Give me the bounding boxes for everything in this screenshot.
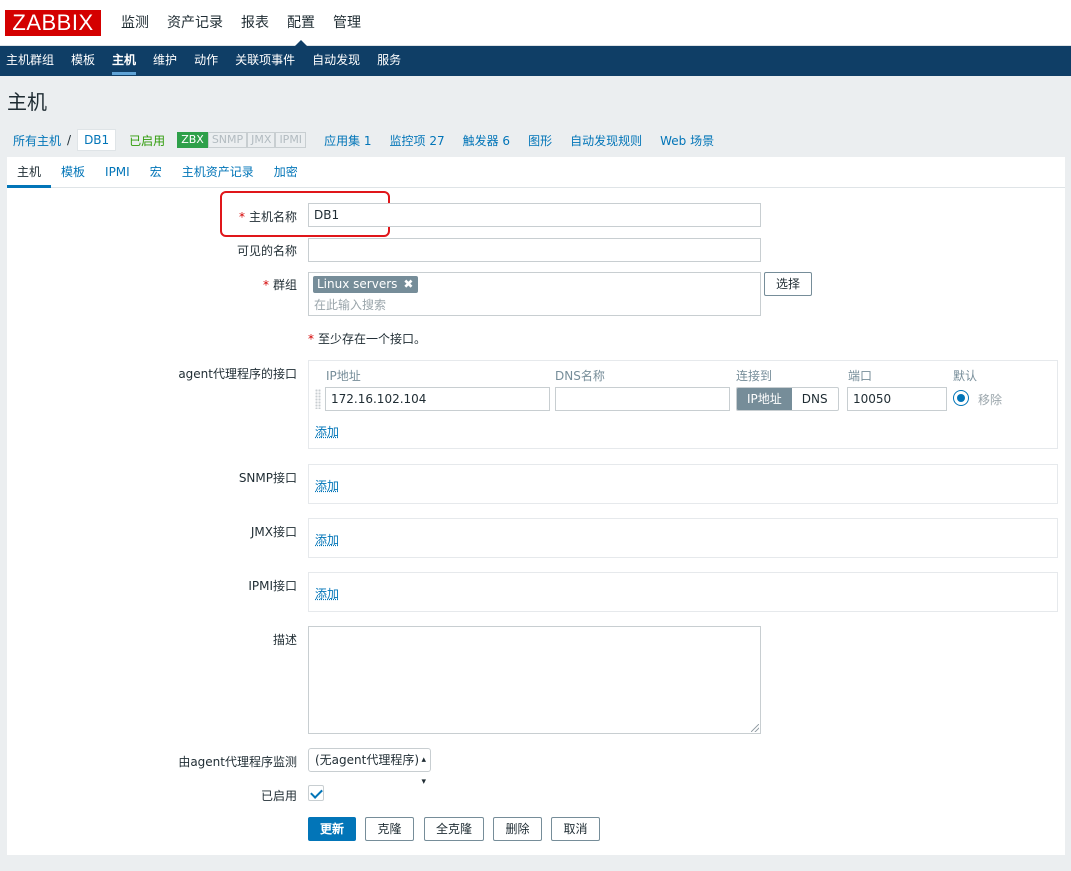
snmp-interface-label: SNMP接口 — [238, 471, 297, 485]
agent-interface-label: agent代理程序的接口 — [178, 367, 297, 381]
tab-templates[interactable]: 模板 — [51, 157, 95, 187]
select-arrows-icon: ▴ ▾ — [421, 755, 426, 787]
groups-search-input[interactable]: 在此输入搜索 — [314, 296, 386, 313]
delete-button[interactable]: 删除 — [493, 817, 542, 841]
drag-handle-icon[interactable] — [315, 389, 321, 409]
host-breadcrumb: 所有主机 / DB1 已启用 ZBX SNMP JMX IPMI 应用集 1 监… — [6, 127, 714, 153]
add-ipmi-interface-link[interactable]: 添加 — [315, 585, 339, 602]
sub-nav-hosts[interactable]: 主机 — [104, 46, 145, 76]
host-name-label-text: 主机名称 — [248, 210, 297, 224]
visible-name-input[interactable] — [308, 238, 761, 262]
host-link-items[interactable]: 监控项 27 — [390, 132, 445, 149]
groups-label: * 群组 — [0, 276, 297, 293]
col-ip-header: IP地址 — [326, 369, 361, 383]
snmp-interface-table: 添加 — [308, 464, 1058, 504]
host-form: * 主机名称 DB1 可见的名称 * 群组 Linux servers ✖ 在此输入… — [7, 188, 1065, 855]
breadcrumb-current-host[interactable]: DB1 — [77, 129, 117, 151]
host-link-applications[interactable]: 应用集 1 — [324, 132, 371, 149]
sub-nav: 主机群组 模板 主机 维护 动作 关联项事件 自动发现 服务 — [0, 46, 1071, 76]
add-jmx-interface-link[interactable]: 添加 — [315, 531, 339, 548]
col-port-header: 端口 — [848, 369, 873, 383]
main-nav-monitoring[interactable]: 监测 — [112, 0, 158, 46]
zabbix-logo[interactable]: ZABBIX — [5, 10, 101, 36]
connect-dns-option[interactable]: DNS — [792, 388, 838, 410]
jmx-interface-table: 添加 — [308, 518, 1058, 558]
page-title: 主机 — [7, 90, 47, 114]
proxy-select-value: (无agent代理程序) — [315, 753, 420, 767]
host-link-triggers[interactable]: 触发器 6 — [463, 132, 510, 149]
description-textarea[interactable] — [308, 626, 761, 734]
availability-zbx: ZBX — [177, 132, 208, 148]
availability-indicators: ZBX SNMP JMX IPMI — [177, 132, 307, 148]
form-tabs: 主机 模板 IPMI 宏 主机资产记录 加密 — [7, 157, 1065, 188]
required-mark: * — [262, 278, 269, 292]
close-icon[interactable]: ✖ — [403, 276, 413, 293]
proxy-label: 由agent代理程序监测 — [178, 755, 297, 769]
ipmi-interface-label: IPMI接口 — [248, 579, 297, 593]
tab-ipmi[interactable]: IPMI — [95, 157, 140, 187]
sub-nav-templates[interactable]: 模板 — [63, 46, 104, 76]
breadcrumb-all-hosts[interactable]: 所有主机 — [6, 132, 61, 149]
sub-nav-discovery[interactable]: 自动发现 — [304, 46, 369, 76]
host-link-graphs[interactable]: 图形 — [528, 132, 552, 149]
availability-ipmi: IPMI — [275, 132, 307, 148]
col-connect-header: 连接到 — [736, 369, 773, 383]
ipmi-interface-table: 添加 — [308, 572, 1058, 612]
groups-label-text: 群组 — [272, 278, 297, 292]
sub-nav-host-groups[interactable]: 主机群组 — [0, 46, 63, 76]
main-nav: 监测 资产记录 报表 配置 管理 — [112, 0, 370, 46]
agent-ip-input[interactable]: 172.16.102.104 — [325, 387, 550, 411]
agent-port-input[interactable]: 10050 — [847, 387, 947, 411]
cancel-button[interactable]: 取消 — [551, 817, 600, 841]
remove-interface-link[interactable]: 移除 — [978, 391, 1002, 408]
host-link-web[interactable]: Web 场景 — [660, 132, 714, 149]
enabled-checkbox[interactable] — [308, 785, 324, 801]
connect-to-toggle: IP地址 DNS — [736, 387, 839, 411]
enabled-label: 已启用 — [260, 789, 297, 803]
default-interface-radio[interactable] — [953, 390, 969, 406]
description-label: 描述 — [272, 633, 297, 647]
visible-name-label: 可见的名称 — [236, 244, 297, 258]
availability-jmx: JMX — [247, 132, 276, 148]
required-mark: * — [308, 332, 314, 346]
add-snmp-interface-link[interactable]: 添加 — [315, 477, 339, 494]
col-default-header: 默认 — [953, 369, 978, 383]
proxy-select[interactable]: (无agent代理程序) ▴ ▾ — [308, 748, 431, 787]
full-clone-button[interactable]: 全克隆 — [424, 817, 484, 841]
sub-nav-maintenance[interactable]: 维护 — [145, 46, 186, 76]
clone-button[interactable]: 克隆 — [365, 817, 414, 841]
interface-note-text: 至少存在一个接口。 — [318, 332, 427, 346]
groups-multiselect[interactable]: Linux servers ✖ 在此输入搜索 — [308, 272, 761, 316]
tab-inventory[interactable]: 主机资产记录 — [172, 157, 264, 187]
sub-nav-actions[interactable]: 动作 — [186, 46, 227, 76]
main-nav-inventory[interactable]: 资产记录 — [158, 0, 232, 46]
sub-nav-correlation[interactable]: 关联项事件 — [227, 46, 304, 76]
required-mark: * — [238, 210, 245, 224]
tab-host[interactable]: 主机 — [7, 157, 52, 188]
main-nav-reports[interactable]: 报表 — [232, 0, 278, 46]
add-agent-interface-link[interactable]: 添加 — [315, 423, 339, 440]
top-bar: ZABBIX 监测 资产记录 报表 配置 管理 — [0, 0, 1071, 46]
host-name-label: * 主机名称 — [0, 208, 297, 225]
col-dns-header: DNS名称 — [555, 369, 605, 383]
breadcrumb-separator: / — [67, 133, 72, 147]
update-button[interactable]: 更新 — [308, 817, 356, 841]
connect-ip-option[interactable]: IP地址 — [737, 388, 792, 410]
group-chip: Linux servers ✖ — [313, 276, 419, 293]
sub-nav-services[interactable]: 服务 — [369, 46, 410, 76]
host-link-discovery[interactable]: 自动发现规则 — [570, 132, 642, 149]
agent-dns-input[interactable] — [555, 387, 730, 411]
tab-macros[interactable]: 宏 — [140, 157, 172, 187]
select-groups-button[interactable]: 选择 — [764, 272, 812, 296]
availability-snmp: SNMP — [207, 132, 248, 148]
group-chip-label: Linux servers — [317, 277, 398, 291]
interface-required-note: * 至少存在一个接口。 — [308, 330, 426, 347]
main-nav-configuration[interactable]: 配置 — [278, 0, 324, 46]
agent-interface-table: IP地址 DNS名称 连接到 端口 默认 172.16.102.104 IP地址… — [308, 360, 1058, 449]
host-status-badge[interactable]: 已启用 — [129, 132, 165, 149]
main-nav-administration[interactable]: 管理 — [324, 0, 370, 46]
tab-encryption[interactable]: 加密 — [264, 157, 308, 187]
jmx-interface-label: JMX接口 — [250, 525, 297, 539]
host-name-input[interactable]: DB1 — [308, 203, 761, 227]
